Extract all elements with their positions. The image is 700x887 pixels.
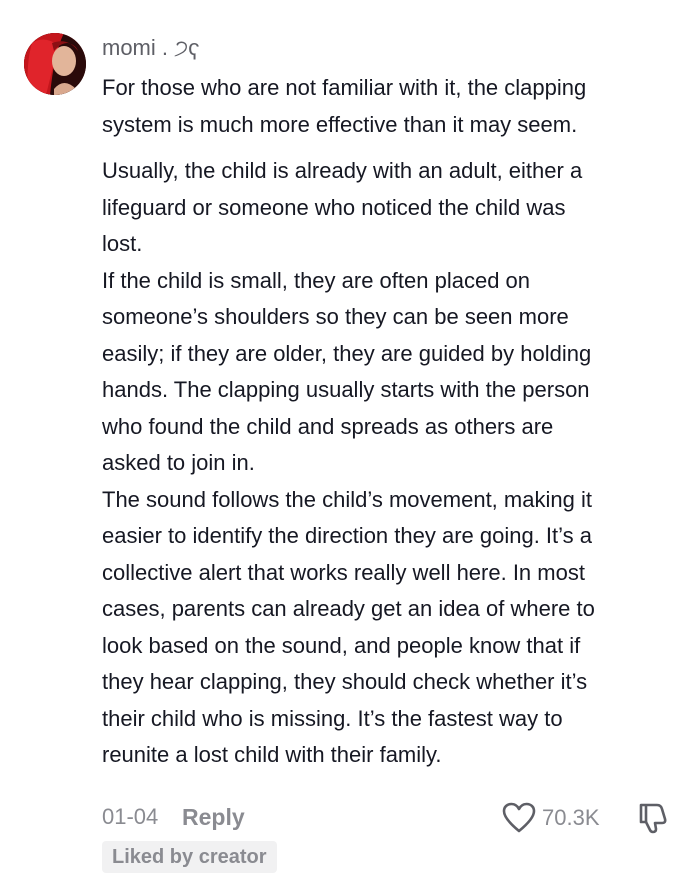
comment-text: Usually, the child is already with an ad… (102, 158, 595, 767)
comment-body: momi . ੭ҁ For those who are not familiar… (102, 30, 682, 774)
thumbs-down-icon[interactable] (635, 801, 669, 835)
liked-by-creator-badge: Liked by creator (102, 841, 277, 873)
comment-date: 01-04 (102, 804, 159, 829)
reply-button[interactable]: Reply (182, 804, 245, 831)
like-count: 70.3K (542, 805, 600, 830)
avatar[interactable] (24, 33, 86, 95)
comment-actions: 01-04 Reply 70.3K (102, 800, 682, 836)
like-button[interactable]: 70.3K (502, 800, 600, 836)
username[interactable]: momi . ੭ҁ (102, 30, 682, 66)
heart-outline-icon[interactable] (502, 802, 536, 834)
comment-item: momi . ੭ҁ For those who are not familiar… (0, 0, 700, 887)
comment-text: For those who are not familiar with it, … (102, 75, 587, 137)
